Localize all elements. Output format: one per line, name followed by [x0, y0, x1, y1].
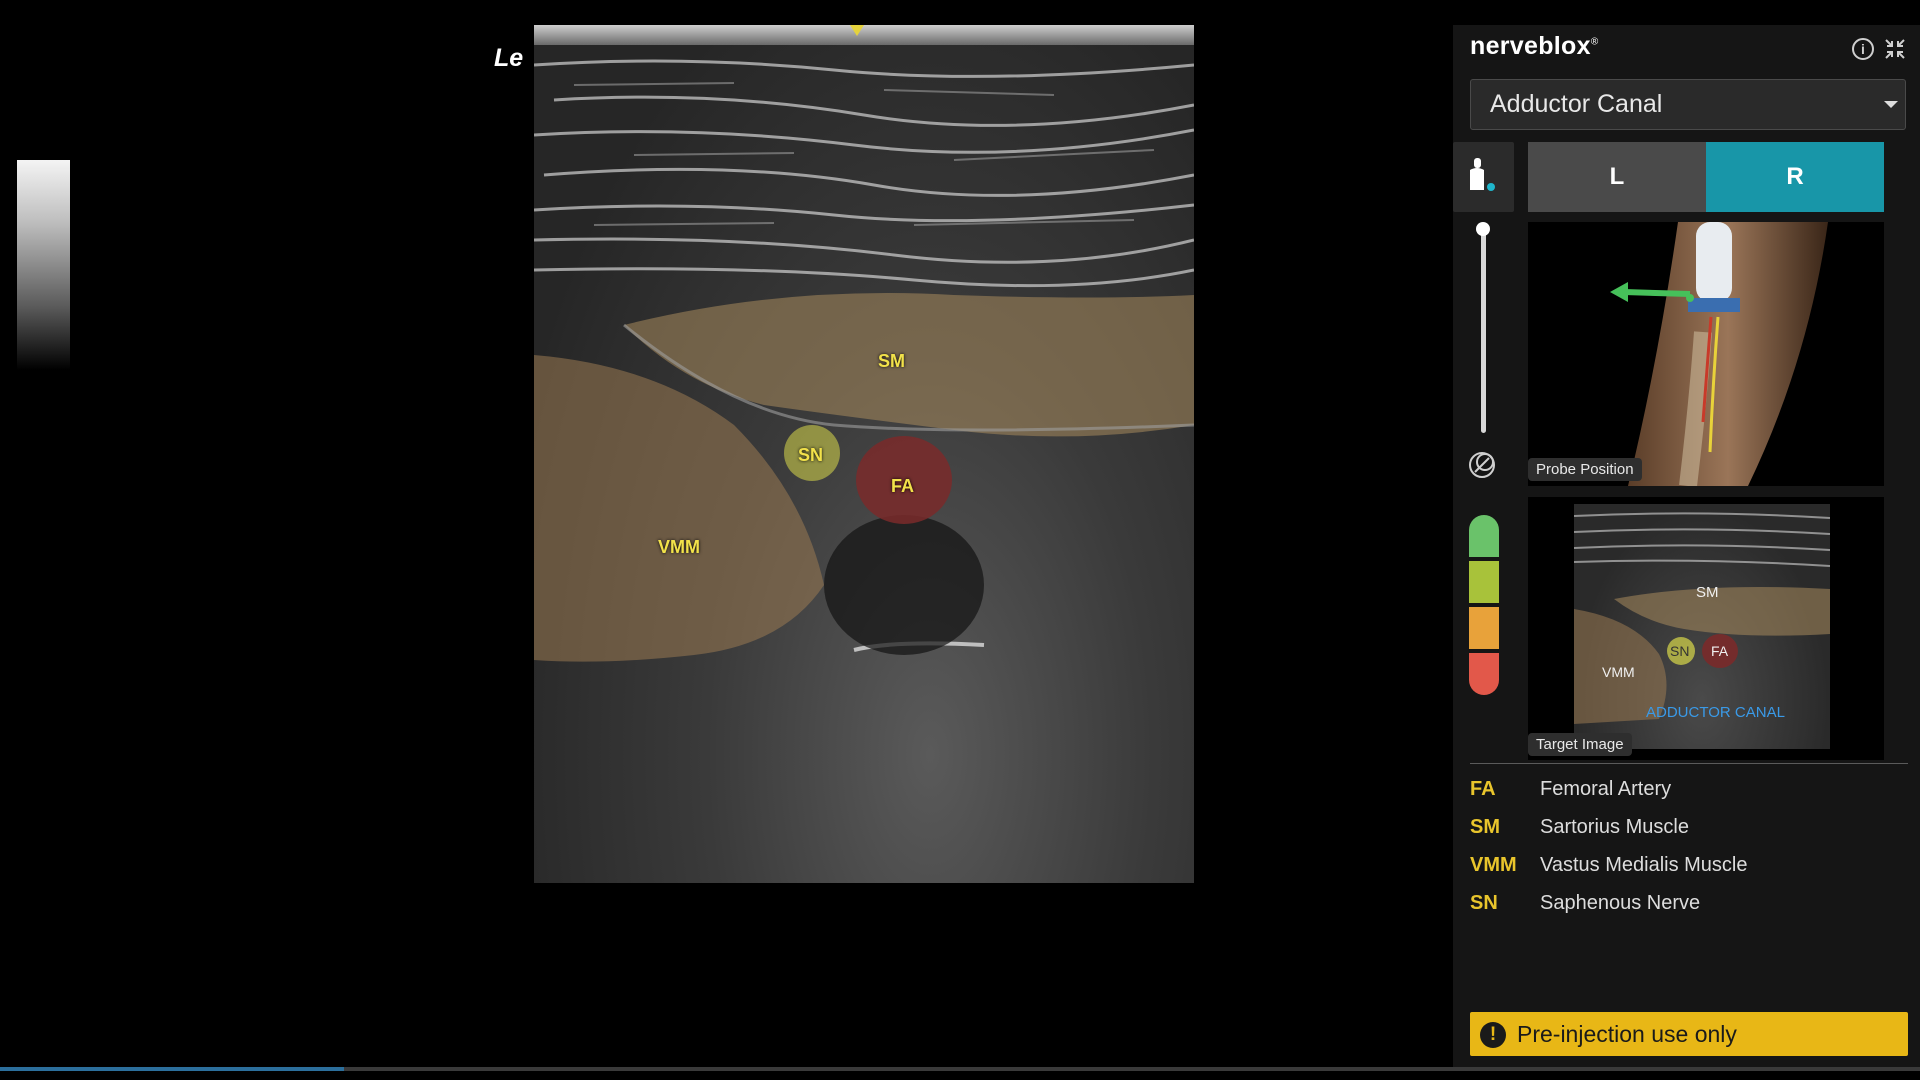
target-caption: ADDUCTOR CANAL [1646, 704, 1785, 721]
info-icon[interactable]: i [1852, 38, 1874, 60]
ultrasound-image[interactable]: SM SN FA VMM [534, 25, 1194, 883]
alert-icon: ! [1480, 1022, 1506, 1048]
chevron-down-icon [1884, 101, 1898, 108]
thumb-label-fa: FA [1711, 643, 1729, 659]
block-select-value: Adductor Canal [1490, 90, 1663, 118]
confidence-level-medium-high [1469, 561, 1499, 603]
label-sm: SM [878, 351, 905, 371]
label-fa: FA [891, 476, 915, 496]
contrast-icon[interactable] [1467, 450, 1497, 480]
divider [1470, 763, 1908, 764]
confidence-level-high [1469, 515, 1499, 557]
legend-name: Vastus Medialis Muscle [1540, 854, 1748, 876]
center-marker [850, 25, 864, 36]
legend-abbr: SN [1470, 892, 1498, 914]
slider-handle[interactable] [1476, 222, 1490, 236]
probe-icon [1470, 158, 1495, 191]
thumb-label-sm: SM [1696, 584, 1719, 601]
brand-logo: nerveblox® [1470, 32, 1598, 61]
thumb-label-sn: SN [1670, 643, 1690, 659]
warning-text: Pre-injection use only [1517, 1021, 1737, 1047]
bottom-progress [0, 1067, 344, 1071]
confidence-level-low [1469, 653, 1499, 695]
confidence-level-medium-low [1469, 607, 1499, 649]
orientation-label: Le [494, 44, 524, 72]
brand-mark: ® [1590, 36, 1599, 48]
probe-position-label: Probe Position [1528, 458, 1642, 481]
legend-name: Saphenous Nerve [1540, 892, 1701, 914]
target-image[interactable]: SM SN FA VMM ADDUCTOR CANAL [1574, 504, 1830, 749]
legend-name: Sartorius Muscle [1540, 816, 1689, 838]
grayscale-bar [17, 160, 70, 370]
probe-button[interactable] [1453, 142, 1514, 212]
legend-abbr: FA [1470, 778, 1496, 800]
probe-leg-illustration [1610, 222, 1828, 486]
label-vmm: VMM [658, 537, 700, 557]
legend-abbr: SM [1470, 816, 1500, 838]
thumb-label-vmm: VMM [1602, 664, 1635, 680]
brand-name: nerveblox [1470, 32, 1591, 60]
target-image-label: Target Image [1528, 733, 1632, 756]
depth-slider[interactable] [1481, 228, 1486, 433]
label-sn: SN [798, 445, 824, 465]
side-left-button[interactable]: L [1528, 142, 1706, 212]
legend-abbr: VMM [1470, 854, 1517, 876]
probe-position-image[interactable] [1528, 222, 1884, 486]
confidence-meter [1469, 515, 1499, 697]
ultrasound-texture [534, 25, 1194, 662]
side-right-button[interactable]: R [1706, 142, 1884, 212]
legend-name: Femoral Artery [1540, 778, 1672, 800]
collapse-icon[interactable] [1884, 38, 1906, 60]
